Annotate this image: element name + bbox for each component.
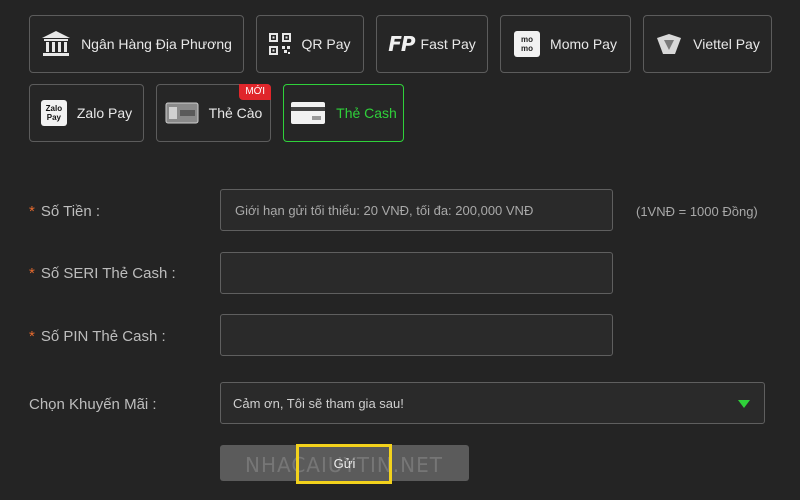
bank-icon (41, 30, 71, 58)
method-label: Thẻ Cash (336, 105, 397, 121)
submit-button[interactable]: Gửi (220, 445, 469, 481)
zalopay-logo-icon: Zalo Pay (40, 100, 67, 126)
serial-label: * Số SERI Thẻ Cash : (29, 265, 176, 282)
method-label: Viettel Pay (693, 36, 760, 52)
dropdown-arrow-icon[interactable] (738, 400, 750, 408)
pin-label-text: Số PIN Thẻ Cash : (40, 328, 166, 345)
required-mark: * (29, 328, 35, 345)
new-badge: MỚI (239, 84, 271, 100)
promotion-selected-value: Cảm ơn, Tôi sẽ tham gia sau! (233, 395, 404, 411)
method-the-cash[interactable]: Thẻ Cash (283, 84, 404, 142)
method-local-bank[interactable]: Ngân Hàng Địa Phương (29, 15, 244, 73)
method-viettel-pay[interactable]: Viettel Pay (643, 15, 772, 73)
momo-logo-icon: mo mo (514, 31, 541, 57)
pin-label: * Số PIN Thẻ Cash : (29, 328, 166, 345)
method-qr-pay[interactable]: QR Pay (256, 15, 364, 73)
method-label: QR Pay (301, 36, 351, 52)
method-label: Ngân Hàng Địa Phương (81, 36, 232, 52)
pin-input[interactable] (220, 314, 613, 356)
method-zalo-pay[interactable]: Zalo Pay Zalo Pay (29, 84, 144, 142)
fastpay-logo-icon: FP (388, 32, 415, 56)
cash-card-icon (290, 101, 326, 125)
serial-label-text: Số SERI Thẻ Cash : (40, 265, 176, 282)
method-label: Zalo Pay (76, 105, 133, 121)
method-the-cao[interactable]: Thẻ Cào MỚI (156, 84, 271, 142)
serial-input[interactable] (220, 252, 613, 294)
scratch-card-icon (165, 102, 199, 124)
method-label: Thẻ Cào (208, 105, 263, 121)
method-momo-pay[interactable]: mo mo Momo Pay (500, 15, 631, 73)
method-fast-pay[interactable]: FP Fast Pay (376, 15, 488, 73)
promotion-label: Chọn Khuyến Mãi : (29, 396, 157, 413)
amount-input[interactable] (220, 189, 613, 231)
qr-code-icon (269, 33, 292, 55)
method-label: Fast Pay (420, 36, 476, 52)
amount-label-text: Số Tiền : (40, 203, 101, 220)
required-mark: * (29, 203, 35, 220)
viettelpay-logo-icon (655, 32, 683, 56)
promotion-select[interactable]: Cảm ơn, Tôi sẽ tham gia sau! (220, 382, 765, 424)
conversion-note: (1VNĐ = 1000 Đồng) (636, 204, 758, 219)
required-mark: * (29, 265, 35, 282)
method-label: Momo Pay (550, 36, 617, 52)
amount-label: * Số Tiền : (29, 203, 100, 220)
